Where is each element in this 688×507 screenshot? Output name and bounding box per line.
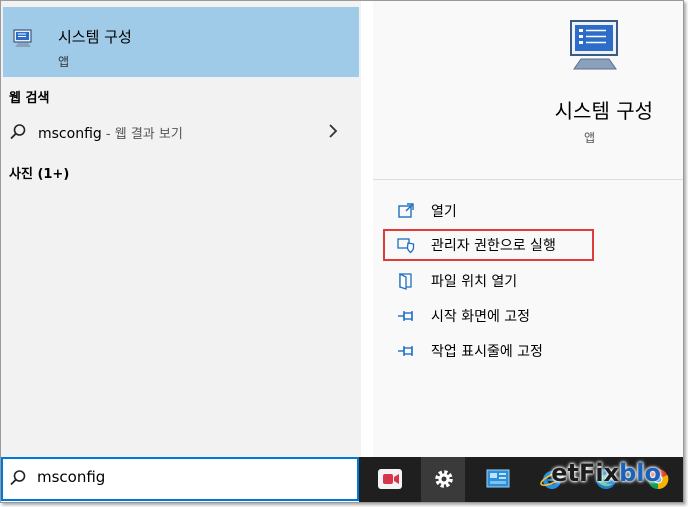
pin-icon	[398, 346, 413, 356]
section-heading-web: 웹 검색	[9, 91, 50, 106]
section-heading-photos: 사진 (1+)	[9, 167, 70, 182]
web-result-text: msconfig - 웹 결과 보기	[38, 123, 183, 142]
system-configuration-icon	[13, 29, 32, 47]
highlight-box	[383, 229, 594, 261]
action-open[interactable]: 열기	[397, 199, 457, 223]
system-configuration-icon	[570, 20, 618, 70]
media-app-icon	[378, 469, 402, 489]
taskbar-app-control-panel[interactable]	[475, 457, 519, 502]
best-match-result[interactable]: 시스템 구성 앱	[3, 7, 359, 77]
search-box[interactable]: msconfig	[1, 457, 359, 501]
pin-icon	[398, 311, 413, 321]
search-icon	[10, 124, 26, 140]
detail-subtitle: 앱	[583, 131, 595, 145]
chevron-right-icon[interactable]	[327, 123, 339, 139]
taskbar-app-media[interactable]	[367, 457, 411, 502]
best-match-title: 시스템 구성	[58, 28, 132, 46]
control-panel-icon	[486, 469, 510, 488]
search-icon	[10, 470, 26, 486]
search-input[interactable]: msconfig	[37, 468, 105, 486]
watermark-text-blue: blo	[619, 459, 661, 487]
search-window: 시스템 구성 앱 웹 검색 msconfig - 웹 결과 보기 사진 (1+)…	[0, 0, 684, 503]
results-pane: 시스템 구성 앱 웹 검색 msconfig - 웹 결과 보기 사진 (1+)	[1, 1, 361, 457]
taskbar: etFixblo	[359, 457, 683, 502]
action-label: 파일 위치 열기	[431, 274, 518, 290]
action-label: 열기	[431, 204, 457, 220]
folder-icon	[399, 272, 412, 290]
action-open-file-location[interactable]: 파일 위치 열기	[397, 269, 517, 293]
web-result-row[interactable]: msconfig - 웹 결과 보기	[3, 117, 359, 149]
taskbar-app-settings[interactable]	[421, 457, 465, 502]
blog-watermark: etFixblo	[551, 459, 661, 487]
detail-title: 시스템 구성	[554, 99, 653, 123]
action-pin-to-start[interactable]: 시작 화면에 고정	[397, 304, 530, 328]
best-match-subtitle: 앱	[58, 55, 70, 69]
gear-icon	[435, 470, 453, 488]
web-result-suffix: - 웹 결과 보기	[101, 127, 183, 142]
action-label: 작업 표시줄에 고정	[431, 344, 543, 360]
open-icon	[398, 203, 414, 218]
web-result-query: msconfig	[38, 126, 102, 142]
action-pin-to-taskbar[interactable]: 작업 표시줄에 고정	[397, 339, 543, 363]
divider	[373, 179, 683, 180]
action-label: 시작 화면에 고정	[431, 309, 531, 325]
watermark-text: etFix	[551, 459, 620, 487]
